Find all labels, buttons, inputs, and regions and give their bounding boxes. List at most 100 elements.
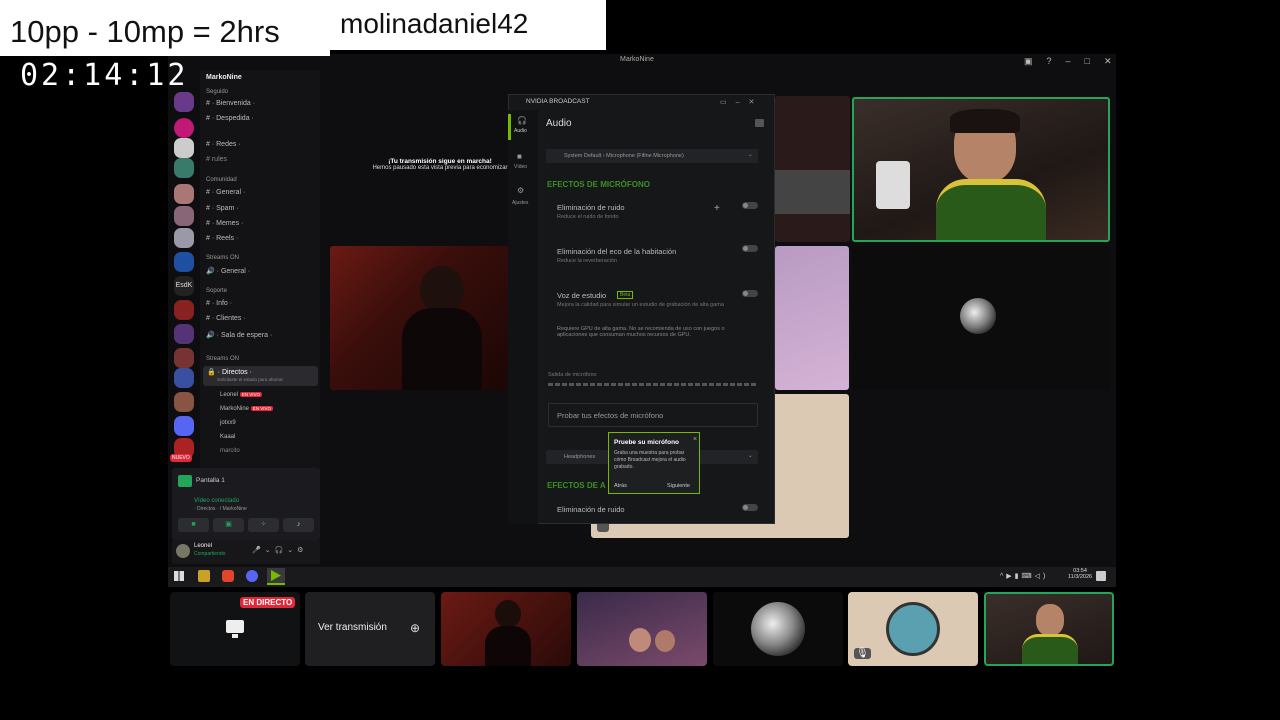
headset-icon: 🎧 <box>517 116 527 125</box>
channel-item[interactable]: # · Reels · <box>206 235 238 242</box>
video-tile[interactable] <box>330 246 510 390</box>
nav-audio[interactable]: Audio <box>514 128 527 134</box>
server-icon[interactable] <box>174 392 194 412</box>
nvidia-taskbar-item[interactable] <box>267 568 285 585</box>
participant-tile[interactable] <box>713 592 843 666</box>
nav-video[interactable]: Vídeo <box>514 164 527 170</box>
channel-item[interactable]: # · Info · <box>206 300 232 307</box>
studio-voice-toggle[interactable] <box>742 290 758 297</box>
activities-button[interactable]: ⁘ <box>248 518 279 532</box>
nav-settings[interactable]: Ajustes <box>512 200 528 206</box>
room-echo-toggle[interactable] <box>742 245 758 252</box>
device-select[interactable]: System Default › Microphone (Fifine Micr… <box>546 149 758 163</box>
test-effects-button[interactable]: Probar tus efectos de micrófono <box>548 403 758 427</box>
server-icon[interactable] <box>174 92 194 112</box>
effect-name: Eliminación de ruido <box>557 203 625 212</box>
voice-user[interactable]: Kaaal <box>220 434 235 440</box>
voice-user[interactable]: MarkoNine EN VIVO <box>220 406 273 412</box>
server-icon[interactable] <box>174 416 194 436</box>
voice-channel-item[interactable]: 🔊 · General · <box>206 267 250 275</box>
notification-icon[interactable] <box>1096 571 1106 581</box>
discord-icon[interactable] <box>246 570 258 582</box>
windows-start-icon[interactable] <box>174 571 184 581</box>
server-icon[interactable] <box>174 158 194 178</box>
server-icon[interactable] <box>174 228 194 248</box>
discord-window-title: MarkoNine <box>620 56 654 63</box>
channel-item[interactable]: # · Redes · <box>206 141 241 148</box>
server-icon[interactable] <box>174 348 194 368</box>
feedback-icon[interactable] <box>755 119 764 127</box>
voice-user[interactable]: Leonel EN VIVO <box>220 392 262 398</box>
watch-stream-tile[interactable]: Ver transmisión ⊕ <box>305 592 435 666</box>
mic-level-meter <box>548 383 758 386</box>
server-icon[interactable]: EsdK <box>174 276 194 296</box>
effect-name: Voz de estudio <box>557 291 607 300</box>
channel-item[interactable]: # · Clientes · <box>206 315 246 322</box>
close-icon[interactable]: × <box>693 436 697 443</box>
tooltip-back-button[interactable]: Atrás <box>614 483 627 489</box>
stream-preview-tile[interactable]: EN DIRECTO <box>170 592 300 666</box>
user-controls[interactable]: 🎤⌄🎧⌄⚙ <box>252 546 307 554</box>
voice-user[interactable]: jotxx9 <box>220 420 236 426</box>
server-icon[interactable] <box>174 252 194 272</box>
category-label[interactable]: Streams ON <box>206 255 239 261</box>
browser-icon[interactable] <box>222 570 234 582</box>
avatar[interactable] <box>176 544 190 558</box>
chevron-down-icon: ⌄ <box>748 453 753 459</box>
effect-desc: Reduce la reverberación <box>557 258 617 264</box>
window-controls[interactable]: ▣?–□✕ <box>1024 56 1126 67</box>
watch-stream-label[interactable]: Ver transmisión <box>318 622 387 633</box>
category-label[interactable]: Comunidad <box>206 177 237 183</box>
category-label[interactable]: Soporte <box>206 288 227 294</box>
server-icon[interactable] <box>174 368 194 388</box>
voice-channel-item[interactable]: 🔊 · Sala de espera · <box>206 331 272 339</box>
voice-user[interactable]: marcito <box>220 448 240 454</box>
server-icon[interactable] <box>174 138 194 158</box>
add-view-icon[interactable]: ⊕ <box>410 621 420 635</box>
noise-removal-toggle[interactable] <box>742 202 758 209</box>
clock[interactable]: 03:54 11/3/2026 <box>1068 568 1092 580</box>
participant-tile[interactable] <box>441 592 571 666</box>
user-panel: Leonel Compartiendo 🎤⌄🎧⌄⚙ <box>172 540 320 564</box>
server-icon[interactable] <box>174 324 194 344</box>
channel-label: 🔒 · Directos · <box>207 369 252 376</box>
channel-item[interactable]: # rules <box>206 156 227 163</box>
overlay-equation: 10pp - 10mp = 2hrs <box>10 14 280 49</box>
channel-item[interactable]: # · General · <box>206 189 245 196</box>
video-tile-speaking[interactable] <box>852 97 1110 242</box>
video-tile[interactable] <box>775 96 850 242</box>
person-hair <box>950 109 1020 133</box>
video-tile[interactable] <box>852 246 1110 390</box>
category-label[interactable]: Streams ON <box>206 356 239 362</box>
channel-item[interactable]: # · Despedida · <box>206 115 254 122</box>
server-icon[interactable] <box>174 118 194 138</box>
server-icon[interactable] <box>174 184 194 204</box>
speaker-noise-toggle[interactable] <box>742 504 758 511</box>
current-user-status: Compartiendo <box>194 551 226 557</box>
nvidia-sidebar: 🎧 Audio ■ Vídeo ⚙ Ajustes <box>508 110 538 524</box>
channel-item[interactable]: # · Spam · <box>206 205 239 212</box>
share-screen-button[interactable]: ▣ <box>213 518 244 532</box>
voice-channel-name[interactable]: · Directos · / MarkoNine <box>194 506 247 512</box>
participant-tile[interactable]: 🎙 <box>848 592 978 666</box>
server-name[interactable]: MarkoNine <box>206 74 242 81</box>
channel-item[interactable]: # · Memes · <box>206 220 243 227</box>
server-icon[interactable] <box>174 206 194 226</box>
channel-item[interactable]: # · Bienvenida · <box>206 100 255 107</box>
category-label[interactable]: Seguido <box>206 89 228 95</box>
tooltip-next-button[interactable]: Siguiente <box>667 483 690 489</box>
participant-tile[interactable] <box>577 592 707 666</box>
system-tray-icons[interactable]: ^▶▮⌨◁) <box>1000 572 1048 580</box>
active-channel[interactable]: 🔒 · Directos · Solicitaste el estado par… <box>203 366 318 386</box>
nvidia-window-controls[interactable]: ▭–✕ <box>720 98 763 106</box>
person-shirt <box>1022 634 1078 664</box>
nvidia-title: NVIDIA BROADCAST <box>526 98 590 105</box>
soundboard-button[interactable]: ♪ <box>283 518 314 532</box>
camera-button[interactable]: ■ <box>178 518 209 532</box>
beta-badge: Beta <box>617 291 634 299</box>
video-tile[interactable] <box>775 246 849 390</box>
server-icon[interactable] <box>174 300 194 320</box>
background-object <box>876 161 910 209</box>
file-explorer-icon[interactable] <box>198 570 210 582</box>
participant-tile-speaking[interactable] <box>984 592 1114 666</box>
